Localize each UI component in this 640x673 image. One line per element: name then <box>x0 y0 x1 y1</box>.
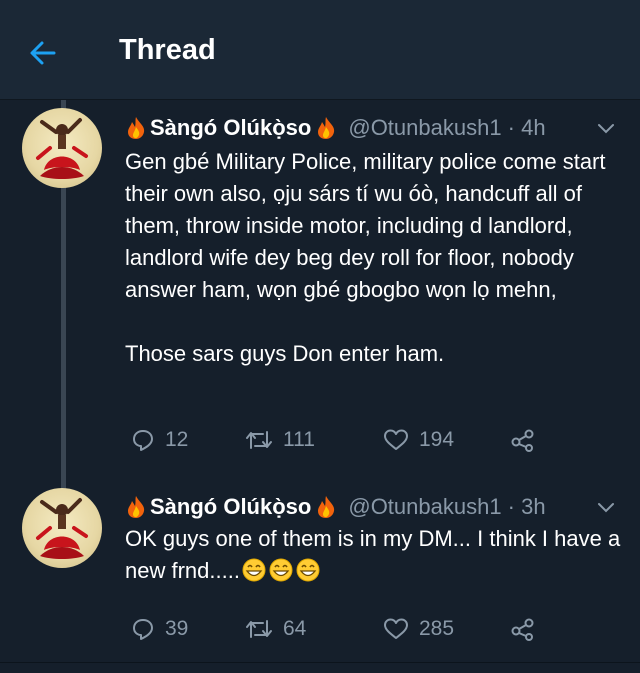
tweet-text: Gen gbé Military Police, military police… <box>125 149 606 366</box>
fire-emoji-icon <box>318 496 335 518</box>
bottom-divider <box>0 662 640 663</box>
reply-icon <box>133 430 153 451</box>
heart-icon <box>384 429 408 450</box>
like-button[interactable]: 194 <box>383 425 454 455</box>
retweet-icon <box>246 620 272 638</box>
tweet-2[interactable]: Sàngó Olúkọ̀so @Otunbakush1 · 3h OK guys… <box>0 478 640 663</box>
reply-count: 39 <box>165 617 189 640</box>
like-button[interactable]: 285 <box>383 614 454 644</box>
share-icon <box>511 618 534 641</box>
tweet-actions: 12 111 194 <box>125 425 625 455</box>
tweet-actions: 39 64 285 <box>125 614 625 644</box>
reply-count: 12 <box>165 428 189 451</box>
fire-emoji-icon <box>128 117 145 139</box>
top-bar: Thread <box>0 0 640 100</box>
tweet-text-container: OK guys one of them is in my DM... I thi… <box>125 523 630 587</box>
avatar[interactable] <box>22 488 102 568</box>
tweet-1[interactable]: Sàngó Olúkọ̀so @Otunbakush1 · 4h Gen gbé… <box>0 100 640 490</box>
retweet-icon <box>246 431 272 449</box>
reply-button[interactable]: 39 <box>131 614 188 644</box>
fire-emoji-icon <box>318 117 335 139</box>
like-count: 285 <box>419 617 455 640</box>
retweet-button[interactable]: 64 <box>245 614 306 644</box>
retweet-count: 111 <box>283 428 315 451</box>
heart-icon <box>384 618 408 639</box>
share-icon <box>511 429 534 452</box>
arrow-left-icon <box>30 41 56 65</box>
avatar-dancer-image <box>36 498 88 559</box>
fire-emoji-icon <box>128 496 145 518</box>
share-button[interactable] <box>510 425 546 455</box>
avatar[interactable] <box>22 108 102 188</box>
reply-icon <box>133 619 153 640</box>
share-button[interactable] <box>510 614 546 644</box>
grinning-emoji-icon <box>269 558 293 582</box>
page-title: Thread <box>119 34 216 66</box>
retweet-count: 64 <box>283 617 307 640</box>
chevron-down-icon[interactable] <box>597 501 615 515</box>
author-handle-time: @Otunbakush1 · 3h <box>348 494 546 519</box>
retweet-button[interactable]: 111 <box>245 425 315 455</box>
avatar-dancer-image <box>36 118 88 179</box>
author-handle-time: @Otunbakush1 · 4h <box>348 115 546 140</box>
reply-button[interactable]: 12 <box>131 425 188 455</box>
tweet-text: OK guys one of them is in my DM... I thi… <box>125 526 627 583</box>
back-button[interactable] <box>28 38 58 68</box>
chevron-down-icon[interactable] <box>597 122 615 136</box>
grinning-emoji-icon <box>296 558 320 582</box>
grinning-emoji-icon <box>242 558 266 582</box>
author-name[interactable]: Sàngó Olúkọ̀so <box>150 115 311 141</box>
like-count: 194 <box>419 428 455 451</box>
author-name[interactable]: Sàngó Olúkọ̀so <box>150 494 311 520</box>
